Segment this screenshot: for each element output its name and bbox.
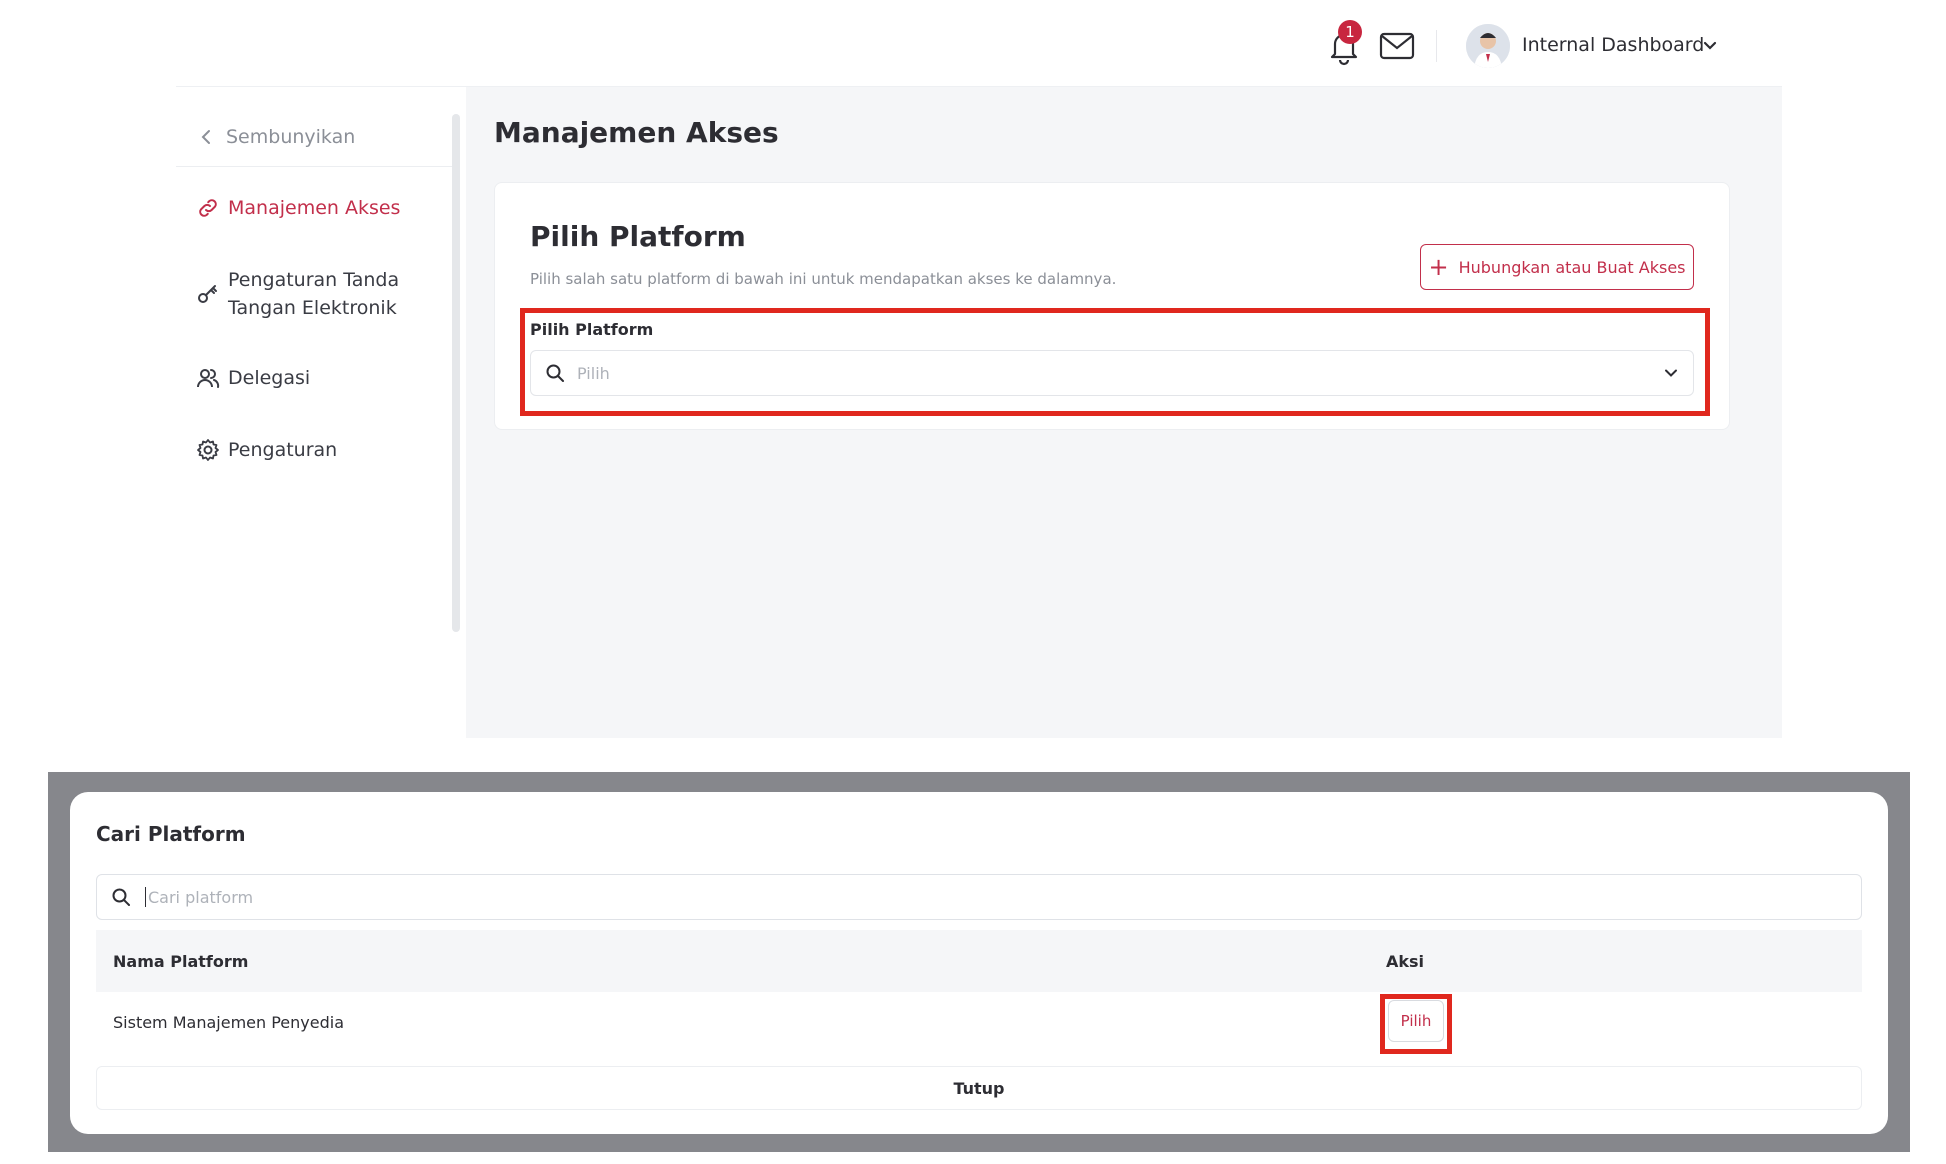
- avatar-image: [1466, 24, 1510, 68]
- platform-search-input[interactable]: [148, 887, 1847, 907]
- modal-title: Cari Platform: [96, 822, 246, 846]
- key-icon: [198, 285, 217, 303]
- avatar[interactable]: [1466, 24, 1510, 68]
- chevron-left-icon: [201, 130, 210, 144]
- user-name[interactable]: Internal Dashboard: [1522, 34, 1704, 56]
- card-title: Pilih Platform: [530, 220, 746, 253]
- highlight-box-select: [520, 308, 1710, 416]
- close-modal-button[interactable]: Tutup: [96, 1066, 1862, 1110]
- table-header: [96, 930, 1862, 992]
- link-icon: [199, 199, 217, 217]
- sidebar-divider: [176, 166, 452, 167]
- search-icon: [112, 888, 130, 906]
- top-header: 1 Internal Dashboard: [0, 0, 1946, 86]
- connect-access-label: Hubungkan atau Buat Akses: [1458, 257, 1686, 277]
- plus-icon: +: [1428, 253, 1449, 281]
- sidebar-item-delegasi[interactable]: Delegasi: [196, 366, 310, 390]
- connect-access-button[interactable]: + Hubungkan atau Buat Akses: [1420, 244, 1694, 290]
- page-title: Manajemen Akses: [494, 116, 779, 149]
- platform-name-cell: Sistem Manajemen Penyedia: [113, 1013, 345, 1032]
- hide-sidebar-button[interactable]: Sembunyikan: [200, 124, 355, 150]
- sidebar: [176, 86, 466, 738]
- users-icon: [197, 369, 220, 388]
- sidebar-item-label-line1: Pengaturan Tanda: [228, 269, 400, 291]
- sidebar-item-label: Pengaturan: [228, 439, 338, 461]
- column-header-action: Aksi: [1386, 952, 1425, 971]
- column-header-name: Nama Platform: [113, 952, 249, 971]
- card-subtitle: Pilih salah satu platform di bawah ini u…: [530, 270, 1117, 288]
- highlight-box-select-button: [1380, 994, 1452, 1054]
- sidebar-item-label-line2: Tangan Elektronik: [228, 297, 397, 319]
- platform-search[interactable]: [96, 874, 1862, 920]
- sidebar-item-pengaturan-tanda-tangan[interactable]: Pengaturan Tanda Tangan Elektronik: [196, 266, 399, 322]
- mail-icon[interactable]: [1378, 30, 1416, 62]
- sidebar-item-label: Manajemen Akses: [228, 197, 401, 219]
- header-divider: [1436, 30, 1437, 62]
- notification-badge: 1: [1338, 20, 1362, 44]
- sidebar-item-pengaturan[interactable]: Pengaturan: [196, 438, 337, 462]
- gear-icon: [197, 439, 219, 461]
- hide-sidebar-label: Sembunyikan: [226, 126, 356, 148]
- sidebar-item-label: Delegasi: [228, 367, 311, 389]
- text-cursor: [145, 887, 146, 907]
- chevron-down-icon[interactable]: [1702, 38, 1718, 54]
- sidebar-scrollbar[interactable]: [452, 114, 460, 632]
- sidebar-item-manajemen-akses[interactable]: Manajemen Akses: [196, 196, 400, 220]
